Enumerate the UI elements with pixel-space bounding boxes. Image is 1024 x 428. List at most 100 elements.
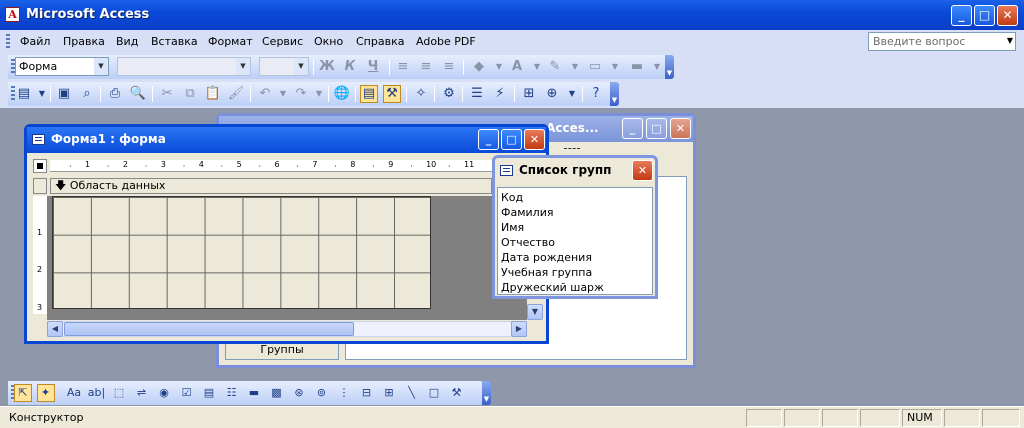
page-break-icon[interactable]: ⋮	[335, 384, 353, 402]
save-icon[interactable]: ▣	[55, 85, 73, 103]
unbound-object-icon[interactable]: ⊛	[290, 384, 308, 402]
option-group-icon[interactable]: ⬚	[110, 384, 128, 402]
field-list-item[interactable]: Учебная группа	[501, 265, 649, 280]
chevron-down-icon[interactable]: ▼	[294, 58, 308, 75]
menu-insert[interactable]: Вставка	[151, 35, 198, 48]
toggle-icon[interactable]: ⇌	[133, 384, 151, 402]
rectangle-icon[interactable]: □	[425, 384, 443, 402]
chevron-down-icon[interactable]: ▼	[94, 58, 108, 75]
code-icon[interactable]: ⚙	[440, 85, 458, 103]
detail-section-header[interactable]: 🡇 Область данных	[50, 178, 492, 194]
field-list-item[interactable]: Отчество	[501, 235, 649, 250]
maximize-button[interactable]: □	[974, 5, 995, 26]
object-combo[interactable]: Форма ▼	[15, 57, 109, 76]
field-list-item[interactable]: Имя	[501, 220, 649, 235]
paste-icon[interactable]: 📋	[204, 85, 222, 103]
help-icon[interactable]: ?	[587, 85, 605, 103]
field-list-titlebar[interactable]: Список групп ✕	[495, 158, 655, 184]
field-list-window[interactable]: Список групп ✕ Код Фамилия Имя Отчество …	[492, 155, 658, 299]
underline-button[interactable]: Ч	[364, 58, 382, 76]
maximize-button[interactable]: □	[646, 118, 667, 139]
menu-help[interactable]: Справка	[356, 35, 404, 48]
vertical-ruler[interactable]: 1 2 3	[33, 196, 47, 314]
special-effect-icon[interactable]: ▬	[628, 58, 646, 76]
ask-question-input[interactable]: Введите вопрос ▼	[868, 32, 1016, 51]
chevron-down-icon[interactable]: ▼	[563, 85, 581, 103]
chevron-down-icon[interactable]: ▼	[648, 58, 666, 76]
build-icon[interactable]: ⚡	[491, 85, 509, 103]
line-color-icon[interactable]: ✎	[546, 58, 564, 76]
italic-button[interactable]: К	[341, 58, 359, 76]
toolbar-options-icon[interactable]: ▼	[665, 55, 674, 79]
listbox-icon[interactable]: ☷	[223, 384, 241, 402]
combo-icon[interactable]: ▤	[200, 384, 218, 402]
subform-icon[interactable]: ⊞	[380, 384, 398, 402]
cut-icon[interactable]: ✂	[158, 85, 176, 103]
redo-icon[interactable]: ↷	[292, 85, 310, 103]
horizontal-scrollbar[interactable]: ◀ ▶	[47, 321, 527, 337]
bound-object-icon[interactable]: ⊚	[313, 384, 331, 402]
file-search-icon[interactable]: ⌕	[78, 85, 96, 103]
close-button[interactable]: ✕	[997, 5, 1018, 26]
checkbox-icon[interactable]: ☑	[178, 384, 196, 402]
menu-grip[interactable]	[6, 34, 10, 50]
toolbar-options-icon[interactable]: ▼	[482, 381, 491, 405]
wizard-icon[interactable]: ✦	[36, 384, 55, 402]
field-list[interactable]: Код Фамилия Имя Отчество Дата рождения У…	[497, 187, 653, 295]
menu-file[interactable]: Файл	[20, 35, 50, 48]
close-button[interactable]: ✕	[670, 118, 691, 139]
maximize-button[interactable]: □	[501, 129, 522, 150]
copy-icon[interactable]: ⧉	[181, 85, 199, 103]
toolbox-icon[interactable]: ⚒	[383, 85, 401, 103]
menu-adobe-pdf[interactable]: Adobe PDF	[416, 35, 476, 48]
chevron-down-icon[interactable]: ▼	[1007, 36, 1013, 45]
menu-tools[interactable]: Сервис	[262, 35, 303, 48]
font-size-combo[interactable]: ▼	[259, 57, 309, 76]
chevron-down-icon[interactable]: ▼	[236, 58, 250, 75]
chevron-down-icon[interactable]: ▼	[490, 58, 508, 76]
tab-icon[interactable]: ⊟	[358, 384, 376, 402]
chevron-down-icon[interactable]: ▼	[310, 85, 328, 103]
form-selector[interactable]	[33, 159, 47, 173]
access-app-icon[interactable]: A	[5, 7, 20, 22]
option-icon[interactable]: ◉	[155, 384, 173, 402]
menu-window[interactable]: Окно	[314, 35, 343, 48]
view-icon[interactable]: ▤	[15, 85, 33, 103]
minimize-button[interactable]: _	[622, 118, 643, 139]
line-icon[interactable]: ╲	[403, 384, 421, 402]
autoformat-icon[interactable]: ✧	[412, 85, 430, 103]
bold-button[interactable]: Ж	[318, 58, 336, 76]
field-list-item[interactable]: Код	[501, 190, 649, 205]
textbox-icon[interactable]: ab|	[88, 384, 106, 402]
field-list-item[interactable]: Дружеский шарж	[501, 280, 649, 295]
form-window-titlebar[interactable]: Форма1 : форма _ □ ✕	[27, 127, 546, 153]
scroll-right-icon[interactable]: ▶	[511, 321, 527, 337]
button-icon[interactable]: ▬	[245, 384, 263, 402]
fill-color-icon[interactable]: ◆	[470, 58, 488, 76]
close-button[interactable]: ✕	[632, 160, 653, 181]
properties-icon[interactable]: ☰	[468, 85, 486, 103]
format-painter-icon[interactable]: 🖌	[227, 85, 245, 103]
scroll-down-icon[interactable]: ▼	[527, 304, 543, 320]
align-right-icon[interactable]: ≡	[440, 58, 458, 76]
more-controls-icon[interactable]: ⚒	[448, 384, 466, 402]
field-list-icon[interactable]: ▤	[360, 85, 378, 103]
chevron-down-icon[interactable]: ▼	[566, 58, 584, 76]
chevron-down-icon[interactable]: ▼	[274, 85, 292, 103]
pointer-icon[interactable]: ⇱	[14, 384, 32, 402]
print-preview-icon[interactable]: 🔍	[129, 85, 147, 103]
chevron-down-icon[interactable]: ▼	[528, 58, 546, 76]
toolbar-options-icon[interactable]: ▼	[610, 82, 619, 106]
minimize-button[interactable]: _	[478, 129, 499, 150]
scroll-left-icon[interactable]: ◀	[47, 321, 63, 337]
image-icon[interactable]: ▩	[268, 384, 286, 402]
undo-icon[interactable]: ↶	[256, 85, 274, 103]
database-window-icon[interactable]: ⊞	[520, 85, 538, 103]
align-center-icon[interactable]: ≡	[417, 58, 435, 76]
font-color-icon[interactable]: A	[508, 58, 526, 76]
menu-format[interactable]: Формат	[208, 35, 253, 48]
border-width-icon[interactable]: ▭	[586, 58, 604, 76]
minimize-button[interactable]: _	[951, 5, 972, 26]
detail-section-grid[interactable]	[52, 196, 431, 309]
scroll-thumb[interactable]	[64, 322, 354, 336]
